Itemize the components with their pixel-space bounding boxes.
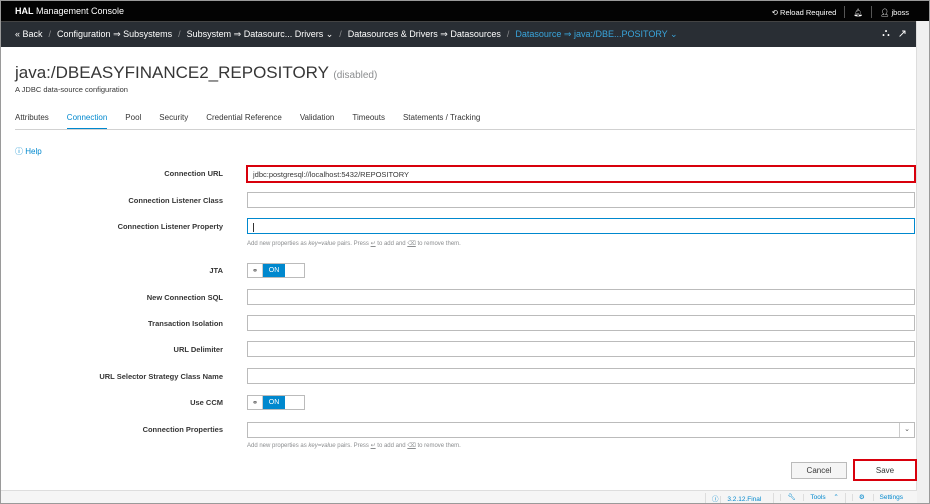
url-delimiter-label: URL Delimiter <box>173 345 223 354</box>
page-title: java:/DBEASYFINANCE2_REPOSITORY (disable… <box>15 63 378 82</box>
jta-switch[interactable]: ⚭ ON <box>247 263 305 278</box>
hierarchy-icon[interactable]: ⛬ <box>882 27 890 40</box>
url-delimiter-input[interactable] <box>247 341 915 357</box>
use-ccm-label: Use CCM <box>190 398 223 407</box>
page-subtitle: A JDBC data-source configuration <box>15 85 128 94</box>
listener-property-hint: Add new properties as key=value pairs. P… <box>247 241 461 247</box>
url-selector-strategy-label: URL Selector Strategy Class Name <box>99 372 223 381</box>
breadcrumb-item[interactable]: Subsystem ⇒ Datasourc... Drivers ⌄ <box>187 29 334 39</box>
tab-security[interactable]: Security <box>159 108 188 130</box>
footer: ⓘ 3.2.12.Final 🔧︎ Tools ⌃ ⚙ Settings <box>1 490 917 503</box>
tools-menu[interactable]: 🔧︎ Tools ⌃ <box>773 493 845 503</box>
tab-strip: Attributes Connection Pool Security Credenti… <box>15 108 480 130</box>
connection-properties-label: Connection Properties <box>142 425 223 434</box>
settings-menu[interactable]: ⚙ Settings <box>844 493 915 503</box>
version-link[interactable]: ⓘ 3.2.12.Final <box>705 493 773 503</box>
breadcrumb: « Back / Configuration ⇒ Subsystems / Subsys… <box>1 21 929 47</box>
connection-properties-hint: Add new properties as key=value pairs. P… <box>247 443 461 449</box>
tab-connection[interactable]: Connection <box>66 108 108 130</box>
top-bar: HAL Management Console ⟲ Reload Required… <box>1 1 929 21</box>
jta-label: JTA <box>209 266 223 275</box>
save-button[interactable]: Save <box>876 466 894 475</box>
reload-icon: ⟲ <box>771 7 778 17</box>
url-selector-strategy-input[interactable] <box>247 368 915 384</box>
vertical-scrollbar[interactable] <box>916 21 929 503</box>
connection-url-label: Connection URL <box>164 169 223 178</box>
notifications-bell-icon[interactable]: 🔔︎ <box>853 8 863 17</box>
tab-validation[interactable]: Validation <box>300 108 335 130</box>
user-icon: 👤︎ <box>879 7 890 17</box>
link-icon: ⚭ <box>248 396 263 409</box>
breadcrumb-item[interactable]: Configuration ⇒ Subsystems <box>57 29 172 39</box>
chevron-down-icon: ⌄ <box>899 423 914 437</box>
new-connection-sql-input[interactable] <box>247 289 915 305</box>
connection-listener-property-label: Connection Listener Property <box>117 222 223 231</box>
transaction-isolation-label: Transaction Isolation <box>147 319 223 328</box>
save-button-highlight: Save <box>853 459 917 481</box>
new-connection-sql-label: New Connection SQL <box>146 293 223 302</box>
connection-listener-class-input[interactable] <box>247 192 915 208</box>
link-icon: ⚭ <box>248 264 263 277</box>
wrench-icon: 🔧︎ <box>780 494 802 501</box>
user-menu[interactable]: 👤︎ jboss <box>880 8 909 17</box>
help-link[interactable]: ⓘ Help <box>15 146 42 157</box>
tab-timeouts[interactable]: Timeouts <box>352 108 385 130</box>
breadcrumb-item[interactable]: Datasource ⇒ java:/DBE...POSITORY ⌄ <box>515 29 677 39</box>
breadcrumb-item[interactable]: « Back <box>15 29 43 39</box>
tab-credential-reference[interactable]: Credential Reference <box>206 108 282 130</box>
tab-pool[interactable]: Pool <box>125 108 141 130</box>
breadcrumb-separator: / <box>178 29 181 39</box>
use-ccm-switch[interactable]: ⚭ ON <box>247 395 305 410</box>
status-label: (disabled) <box>333 70 378 81</box>
tab-statements-tracking[interactable]: Statements / Tracking <box>403 108 480 130</box>
browser-frame: HAL Management Console ⟲ Reload Required… <box>0 0 930 504</box>
tab-attributes[interactable]: Attributes <box>15 108 49 130</box>
connection-properties-select[interactable]: ⌄ <box>247 422 915 438</box>
breadcrumb-separator: / <box>506 29 510 39</box>
reload-required[interactable]: ⟲ Reload Required <box>772 8 837 17</box>
connection-listener-property-input[interactable] <box>247 218 915 234</box>
external-link-icon[interactable]: ↗ <box>898 27 907 40</box>
connection-listener-class-label: Connection Listener Class <box>128 196 223 205</box>
top-bar-actions: ⟲ Reload Required 🔔︎ 👤︎ jboss <box>772 6 909 18</box>
breadcrumb-item[interactable]: Datasources & Drivers ⇒ Datasources <box>348 29 501 39</box>
gear-icon: ⚙ <box>851 494 871 501</box>
breadcrumb-separator: / <box>339 29 342 39</box>
transaction-isolation-input[interactable] <box>247 315 915 331</box>
breadcrumb-separator: / <box>48 29 52 39</box>
cancel-button[interactable]: Cancel <box>791 462 847 479</box>
app-brand[interactable]: HAL Management Console <box>15 6 124 16</box>
connection-url-input[interactable]: jdbc:postgresql://localhost:5432/REPOSIT… <box>246 165 916 183</box>
help-icon: ⓘ <box>15 147 23 156</box>
